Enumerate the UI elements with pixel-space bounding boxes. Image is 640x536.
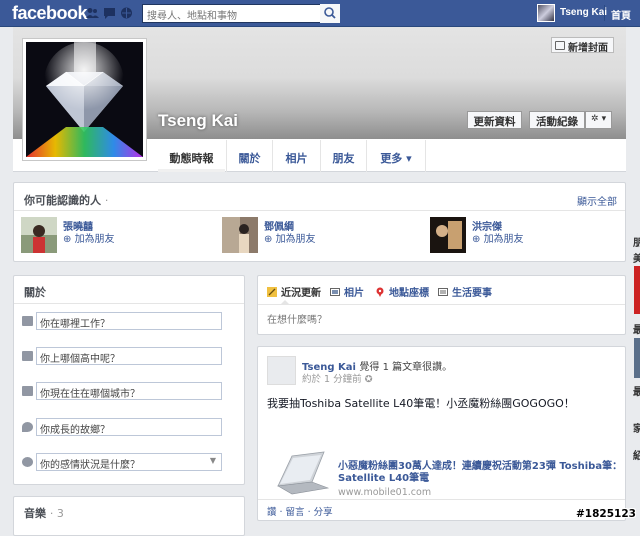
education-icon <box>22 351 33 361</box>
tab-photos[interactable]: 相片 <box>272 140 320 172</box>
tab-friends[interactable]: 朋友 <box>320 140 366 172</box>
sidebar-image[interactable] <box>634 266 640 314</box>
user-name-link[interactable]: Tseng Kai <box>560 7 607 18</box>
relationship-select[interactable]: 你的感情狀況是什麼？ ▼ <box>36 453 222 471</box>
tab-more[interactable]: 更多 ▾ <box>366 140 426 172</box>
music-box: 音樂 · 3 <box>13 496 245 536</box>
sidebar-label: 家 <box>633 424 640 435</box>
about-box: 關於 你在哪裡工作？ 你上哪個高中呢？ 你現在住在哪個城市？ 你成長的故鄉？ 你… <box>13 275 245 485</box>
home-link[interactable]: 首頁 <box>611 7 631 22</box>
sidebar-image[interactable] <box>634 338 640 378</box>
photo-icon <box>330 288 340 296</box>
map-pin-icon <box>376 287 384 297</box>
activity-log-button[interactable]: 活動紀錄 <box>529 111 585 129</box>
about-title[interactable]: 關於 <box>24 284 46 300</box>
home-icon <box>22 386 33 396</box>
friend-requests-icon[interactable] <box>86 7 99 19</box>
tab-life-event[interactable]: 生活要事 <box>438 284 492 299</box>
pymk-title: 你可能認識的人 · <box>24 194 109 207</box>
search-input[interactable]: 搜尋人、地點和事物 <box>142 4 340 23</box>
add-friend-button[interactable]: ⊕ 加為朋友 <box>63 230 115 245</box>
post-action-text: 覺得 1 篇文章很讚。 <box>359 362 453 373</box>
add-friend-button[interactable]: ⊕ 加為朋友 <box>472 230 524 245</box>
add-friend-button[interactable]: ⊕ 加為朋友 <box>264 230 316 245</box>
work-icon <box>22 316 33 326</box>
show-all-link[interactable]: 顯示全部 <box>577 193 617 208</box>
link-url: www.mobile01.com <box>338 487 432 498</box>
pencil-icon <box>267 287 277 297</box>
post-text: 我要抽Toshiba Satellite L40筆電！小丞魔粉絲團GOGOGO！ <box>267 397 575 410</box>
top-bar: facebook 搜尋人、地點和事物 Tseng Kai 首頁 <box>0 0 640 27</box>
feed-post: Tseng Kai 覺得 1 篇文章很讚。 約於 1 分鐘前 ✪ 我要抽Tosh… <box>257 346 626 521</box>
people-you-may-know: 你可能認識的人 · 顯示全部 張曉囍 ⊕ 加為朋友 鄧佩綱 ⊕ 加為朋友 洪宗傑… <box>13 182 626 262</box>
sidebar-label: 最 <box>633 387 640 398</box>
composer: 近況更新 相片 地點座標 生活要事 在想什麼嗎？ <box>257 275 626 335</box>
tab-status-update[interactable]: 近況更新 <box>267 284 321 299</box>
link-title[interactable]: 小惡魔粉絲團30萬人達成！連續慶祝活動第23彈 Toshiba筆：Satelli… <box>338 461 623 485</box>
location-icon <box>22 422 33 432</box>
tab-photos[interactable]: 相片 <box>330 284 364 299</box>
post-author-avatar[interactable] <box>267 356 296 385</box>
sidebar-label: 朋 <box>633 238 640 249</box>
tab-about[interactable]: 關於 <box>226 140 272 172</box>
person-avatar[interactable] <box>430 217 466 253</box>
add-cover-label: 新增封面 <box>568 43 608 54</box>
work-input[interactable]: 你在哪裡工作？ <box>36 312 222 330</box>
user-avatar[interactable] <box>537 4 555 22</box>
link-thumbnail[interactable] <box>272 448 330 496</box>
post-actions[interactable]: 讚 · 留言 · 分享 <box>267 504 333 518</box>
sidebar-label: 美 <box>633 254 640 265</box>
watermark: #1825123 <box>576 508 636 520</box>
chevron-down-icon: ▼ <box>209 456 216 465</box>
diamond-image <box>26 42 143 157</box>
divider <box>604 5 605 21</box>
sidebar-label: 紹 <box>633 451 640 462</box>
add-cover-button[interactable]: 新增封面 <box>551 37 614 54</box>
notifications-icon[interactable] <box>120 7 133 19</box>
facebook-logo[interactable]: facebook <box>12 3 88 24</box>
profile-picture[interactable] <box>22 38 147 161</box>
heart-icon <box>22 457 33 467</box>
education-input[interactable]: 你上哪個高中呢？ <box>36 347 222 365</box>
sidebar-label: 最 <box>633 325 640 336</box>
status-input[interactable]: 在想什麼嗎？ <box>267 311 327 326</box>
camera-icon <box>555 41 565 50</box>
tab-timeline[interactable]: 動態時報 <box>158 140 225 172</box>
settings-gear-icon[interactable]: ✲ ▾ <box>585 111 612 129</box>
divider <box>14 303 244 304</box>
city-input[interactable]: 你現在住在哪個城市？ <box>36 382 222 400</box>
post-timestamp[interactable]: 約於 1 分鐘前 ✪ <box>302 371 373 385</box>
person-avatar[interactable] <box>222 217 258 253</box>
globe-icon: ✪ <box>364 374 373 385</box>
tab-place[interactable]: 地點座標 <box>375 284 429 299</box>
hometown-input[interactable]: 你成長的故鄉？ <box>36 418 222 436</box>
music-title[interactable]: 音樂 · 3 <box>24 505 64 521</box>
divider <box>14 210 625 211</box>
update-info-button[interactable]: 更新資料 <box>467 111 522 129</box>
person-avatar[interactable] <box>21 217 57 253</box>
divider <box>258 499 625 500</box>
divider <box>258 304 625 305</box>
flag-icon <box>438 288 448 296</box>
messages-icon[interactable] <box>103 7 116 19</box>
search-icon[interactable] <box>320 4 340 23</box>
profile-name[interactable]: Tseng Kai <box>158 111 238 131</box>
